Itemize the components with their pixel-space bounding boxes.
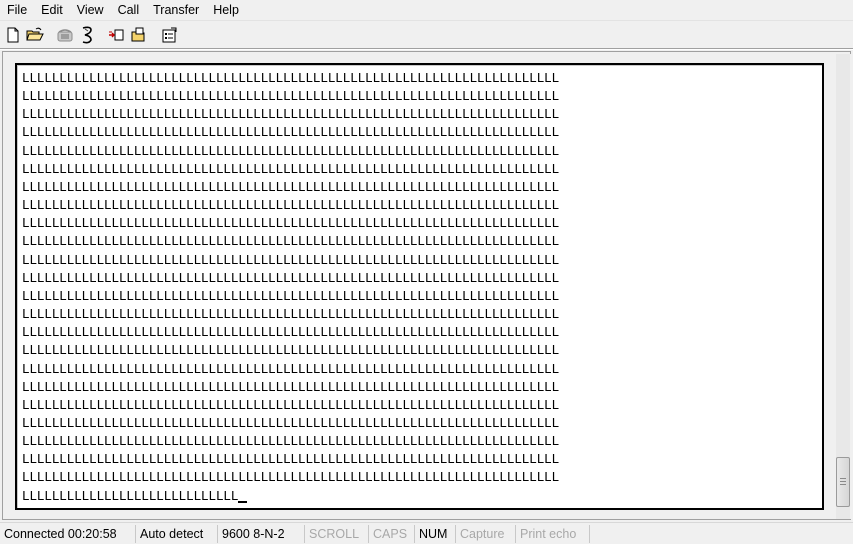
scrollbar-thumb[interactable]	[836, 457, 850, 507]
receive-button[interactable]	[128, 24, 150, 46]
menu-call[interactable]: Call	[111, 0, 147, 21]
menu-help[interactable]: Help	[206, 0, 246, 21]
disconnect-phone-icon	[57, 29, 73, 42]
menu-transfer[interactable]: Transfer	[146, 0, 206, 21]
status-scroll: SCROLL	[305, 524, 369, 543]
properties-icon	[162, 27, 177, 43]
status-print-echo: Print echo	[516, 524, 590, 543]
send-file-icon	[109, 29, 124, 41]
menu-edit[interactable]: Edit	[34, 0, 70, 21]
open-folder-icon	[26, 27, 44, 41]
properties-button[interactable]	[158, 24, 180, 46]
status-num: NUM	[415, 524, 456, 543]
menu-file[interactable]: File	[0, 0, 34, 21]
terminal-screen[interactable]: LLLLLLLLLLLLLLLLLLLLLLLLLLLLLLLLLLLLLLLL…	[15, 63, 824, 510]
receive-file-icon	[131, 27, 145, 42]
dial-icon	[82, 26, 92, 44]
terminal-pane: LLLLLLLLLLLLLLLLLLLLLLLLLLLLLLLLLLLLLLLL…	[2, 51, 851, 520]
status-caps: CAPS	[369, 524, 415, 543]
toolbar-divider	[0, 48, 853, 50]
terminal-text: LLLLLLLLLLLLLLLLLLLLLLLLLLLLLLLLLLLLLLLL…	[22, 70, 560, 503]
disconnect-button[interactable]	[54, 24, 76, 46]
menu-view[interactable]: View	[70, 0, 111, 21]
status-settings: 9600 8-N-2	[218, 524, 305, 543]
vertical-scrollbar[interactable]	[835, 54, 851, 519]
scrollbar-track[interactable]	[836, 54, 850, 519]
new-button[interactable]	[2, 24, 24, 46]
open-button[interactable]	[24, 24, 46, 46]
menu-bar: File Edit View Call Transfer Help	[0, 0, 853, 21]
status-detect: Auto detect	[136, 524, 218, 543]
dial-button[interactable]	[76, 24, 98, 46]
toolbar	[0, 22, 853, 48]
send-button[interactable]	[106, 24, 128, 46]
status-capture: Capture	[456, 524, 516, 543]
status-bar: Connected 00:20:58 Auto detect 9600 8-N-…	[0, 522, 853, 544]
terminal-cursor	[238, 500, 248, 503]
new-file-icon	[7, 27, 19, 43]
status-connected: Connected 00:20:58	[0, 524, 136, 543]
